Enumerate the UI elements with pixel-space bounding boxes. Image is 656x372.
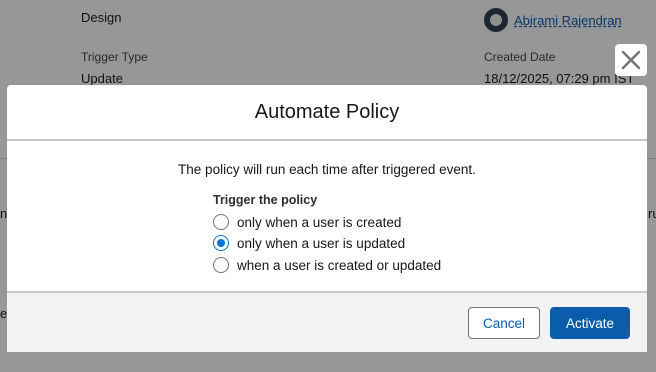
radio-label: only when a user is updated <box>237 235 406 251</box>
automate-policy-modal: Automate Policy The policy will run each… <box>7 85 647 352</box>
radio-option-created[interactable]: only when a user is created <box>213 213 401 231</box>
modal-description: The policy will run each time after trig… <box>178 162 476 177</box>
radio-option-created-or-updated[interactable]: when a user is created or updated <box>213 256 441 274</box>
activate-button[interactable]: Activate <box>550 307 630 339</box>
modal-header: Automate Policy <box>7 85 647 141</box>
cancel-button[interactable]: Cancel <box>468 307 540 339</box>
close-button[interactable] <box>615 44 647 76</box>
modal-body: The policy will run each time after trig… <box>7 143 647 291</box>
close-icon <box>621 50 641 70</box>
radio-option-updated[interactable]: only when a user is updated <box>213 234 405 252</box>
modal-footer: Cancel Activate <box>7 291 647 352</box>
radio-label: when a user is created or updated <box>237 257 442 273</box>
radio-button-selected[interactable] <box>213 235 229 251</box>
radio-button[interactable] <box>213 214 229 230</box>
radio-button[interactable] <box>213 257 229 273</box>
trigger-group-label: Trigger the policy <box>213 193 318 207</box>
modal-title: Automate Policy <box>254 100 400 123</box>
radio-label: only when a user is created <box>237 214 402 230</box>
